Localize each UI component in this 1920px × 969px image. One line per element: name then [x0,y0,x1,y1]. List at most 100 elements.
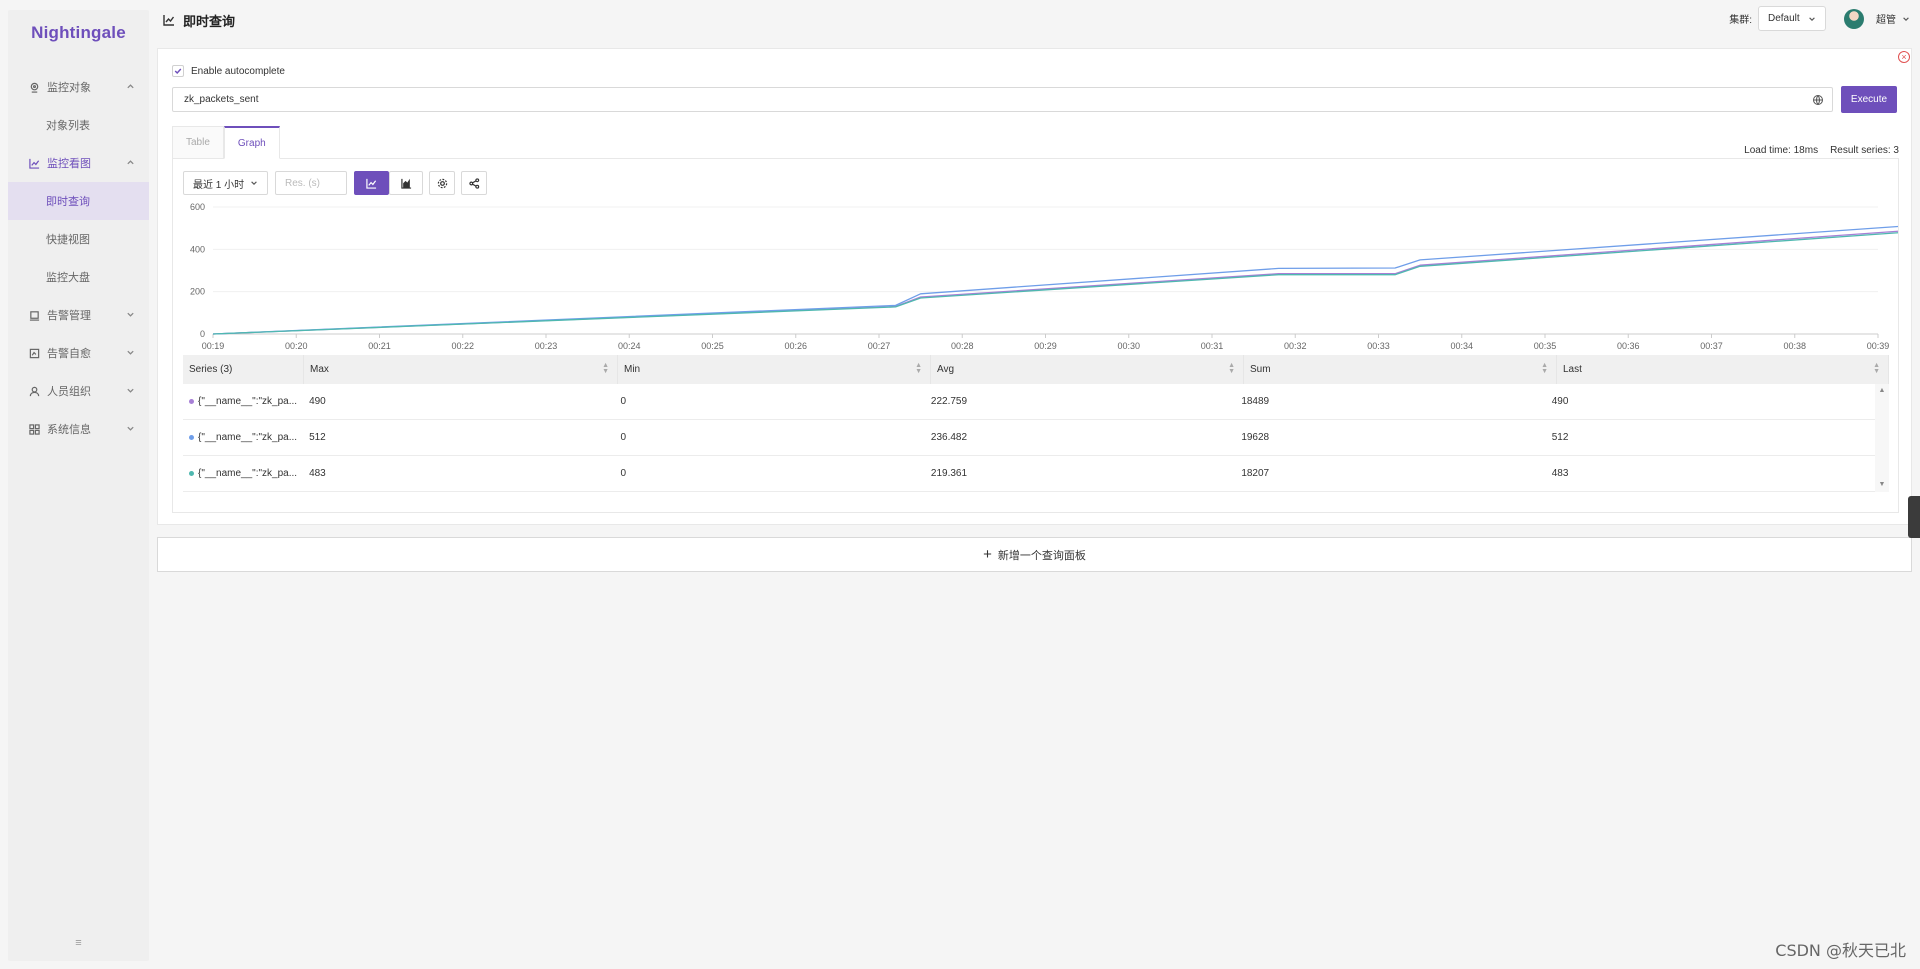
alarm-icon [27,308,41,322]
column-header-label: Sum [1250,364,1271,375]
column-header[interactable]: Sum ▲ ▼ [1244,355,1557,384]
x-tick-label: 00:38 [1783,341,1806,349]
line-chart: 0 200 400 600 00:19 00:20 00:21 00:22 00:23 00:24… [190,202,1898,349]
sidebar-group-monitor-objects[interactable]: 监控对象 [8,68,149,106]
tab-graph[interactable]: Graph [223,126,280,159]
x-tick-label: 00:24 [618,341,641,349]
table-cell-text: 222.759 [930,396,968,407]
sidebar-group-alert-self-heal[interactable]: 告警自愈 [8,334,149,372]
heal-icon [27,346,41,360]
sidebar-group-label: 监控看图 [47,158,91,170]
table-body: {"__name__":"zk_pa... 490 0 222.759 18489 490… [183,384,1889,492]
resolution-input[interactable]: Res. (s) [275,171,347,195]
sidebar-item-quick-view[interactable]: 快捷视图 [8,220,149,258]
y-tick-label: 400 [190,244,205,254]
autocomplete-toggle[interactable]: Enable autocomplete [172,65,285,77]
cluster-select[interactable]: Default [1758,6,1826,31]
sort-icon[interactable]: ▲ ▼ [1873,362,1880,375]
stacked-chart-button[interactable] [389,171,423,195]
column-header[interactable]: Avg ▲ ▼ [931,355,1244,384]
scroll-down-icon[interactable]: ▼ [1875,478,1889,492]
x-tick-label: 00:19 [202,341,225,349]
sidebar-nav: 监控对象 对象列表 监控看图 即时查询 快捷视图 监控大盘 告警管理 告警自愈 … [8,68,149,448]
tab-table[interactable]: Table [172,126,224,159]
settings-button[interactable] [429,171,455,195]
series-line [212,230,1898,335]
sidebar-group-system-info[interactable]: 系统信息 [8,410,149,448]
sidebar-group-alert-management[interactable]: 告警管理 [8,296,149,334]
header-right: 集群: Default 超管 [1729,6,1910,31]
table-cell-text: {"__name__":"zk_pa... [198,468,298,479]
share-button[interactable] [461,171,487,195]
time-range-select[interactable]: 最近 1 小时 [183,171,268,195]
table-cell-text: 483 [1551,468,1569,479]
autocomplete-checkbox[interactable] [172,65,184,77]
scroll-up-icon[interactable]: ▲ [1875,384,1889,398]
sort-icon[interactable]: ▲ ▼ [602,362,609,375]
table-cell-max: 490 [303,384,614,419]
sidebar-group-label: 人员组织 [47,386,91,398]
sidebar-item-instant-query[interactable]: 即时查询 [8,182,149,220]
time-range-value: 最近 1 小时 [193,179,245,191]
app-logo[interactable]: Nightingale [8,10,149,56]
table-row[interactable]: {"__name__":"zk_pa... 512 0 236.482 19628 512 [183,420,1875,456]
table-cell-sum: 18489 [1235,384,1545,419]
header: 即时查询 集群: Default 超管 [149,0,1920,40]
sidebar-item-dashboard[interactable]: 监控大盘 [8,258,149,296]
chevron-down-icon [126,386,136,396]
table-cell-series: {"__name__":"zk_pa... [183,384,303,419]
collapse-menu-icon[interactable]: ≡ [8,937,149,949]
close-panel-icon[interactable]: × [1898,51,1910,63]
table-cell-text: 512 [1551,432,1569,443]
x-tick-label: 00:37 [1700,341,1723,349]
add-query-panel-button[interactable]: + 新增一个查询面板 [157,537,1912,572]
chevron-up-icon [126,158,136,168]
table-cell-last: 490 [1546,384,1875,419]
x-tick-label: 00:21 [368,341,391,349]
avatar[interactable] [1844,8,1864,29]
add-query-panel-label: 新增一个查询面板 [997,549,1086,562]
table-cell-min: 0 [614,420,924,455]
x-tick-label: 00:29 [1034,341,1057,349]
table-cell-avg: 219.361 [925,456,1235,491]
metrics-explorer-icon[interactable] [1812,94,1824,106]
target-icon [27,80,41,94]
cluster-select-value: Default [1768,13,1800,24]
table-cell-avg: 236.482 [925,420,1235,455]
share-icon [468,177,479,189]
chevron-down-icon [1903,16,1909,21]
sidebar-group-user-organization[interactable]: 人员组织 [8,372,149,410]
sort-icon[interactable]: ▲ ▼ [915,362,922,375]
promql-input[interactable]: zk_packets_sent [172,87,1833,112]
sort-icon[interactable]: ▲ ▼ [1228,362,1235,375]
area-chart-icon [400,178,411,189]
sidebar-group-monitor-graphs[interactable]: 监控看图 [8,144,149,182]
user-menu[interactable]: 超管 [1876,11,1910,26]
x-tick-label: 00:34 [1450,341,1473,349]
series-table: Series (3) Max ▲ ▼ Min ▲ ▼ Avg ▲ ▼ Sum ▲ ▼ Last ▲ ▼ {"_… [183,355,1889,492]
side-drawer-handle[interactable] [1908,496,1920,538]
sidebar-item-object-list[interactable]: 对象列表 [8,106,149,144]
line-chart-button[interactable] [354,171,389,195]
table-cell-text: 219.361 [930,468,968,479]
sidebar-group-label: 告警自愈 [47,348,91,360]
column-header[interactable]: Series (3) [183,355,304,384]
column-header[interactable]: Max ▲ ▼ [304,355,618,384]
sort-icon[interactable]: ▲ ▼ [1541,362,1548,375]
table-row[interactable]: {"__name__":"zk_pa... 483 0 219.361 18207 483 [183,456,1875,492]
x-tick-label: 00:27 [868,341,891,349]
plus-icon: + [983,546,992,563]
table-cell-last: 512 [1546,420,1875,455]
gear-icon [437,178,447,188]
y-tick-label: 200 [190,287,205,297]
execute-button[interactable]: Execute [1841,86,1897,113]
x-tick-label: 00:25 [701,341,724,349]
page-title: 即时查询 [163,11,235,30]
autocomplete-label: Enable autocomplete [191,65,285,77]
column-header[interactable]: Last ▲ ▼ [1557,355,1889,384]
table-header: Series (3) Max ▲ ▼ Min ▲ ▼ Avg ▲ ▼ Sum ▲ ▼ Last ▲ ▼ [183,355,1889,384]
table-row[interactable]: {"__name__":"zk_pa... 490 0 222.759 18489 490 [183,384,1875,420]
column-header[interactable]: Min ▲ ▼ [618,355,931,384]
x-tick-label: 00:39 [1867,341,1890,349]
table-scrollbar[interactable]: ▲ ▼ [1875,384,1889,492]
